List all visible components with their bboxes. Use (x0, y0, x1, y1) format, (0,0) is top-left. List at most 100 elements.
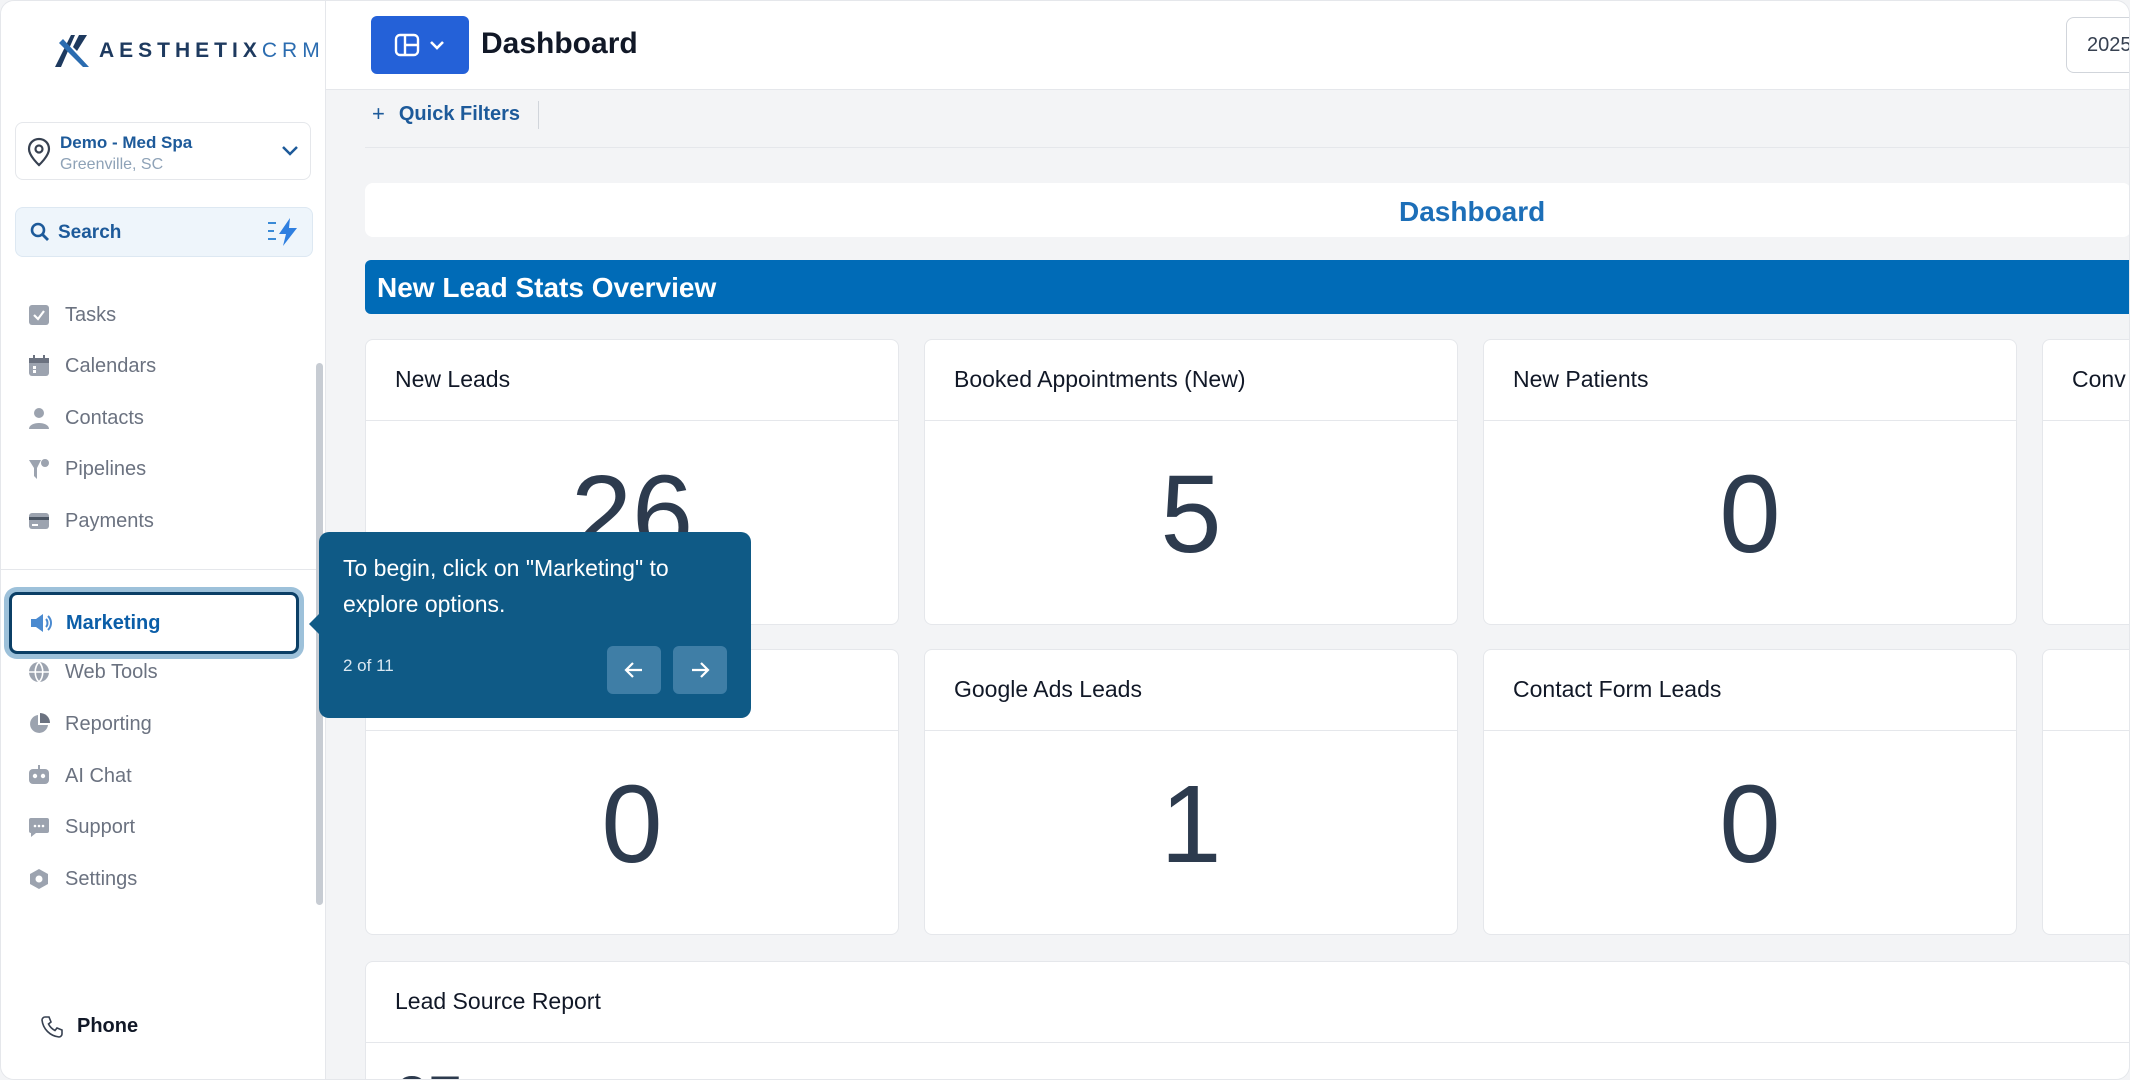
sidebar-item-tasks[interactable]: Tasks (27, 295, 116, 335)
robot-icon (27, 764, 51, 788)
stat-card-title: Conv (2072, 366, 2126, 392)
sidebar-item-marketing-content: Marketing (28, 603, 160, 643)
chevron-down-icon (282, 146, 298, 156)
sidebar-item-web-tools[interactable]: Web Tools (27, 652, 158, 692)
location-pin-icon (27, 137, 51, 167)
sidebar-item-label: Payments (65, 509, 154, 532)
card-icon (27, 509, 51, 533)
onboarding-tooltip: To begin, click on "Marketing" to explor… (309, 532, 751, 718)
globe-icon (27, 660, 51, 684)
sidebar-item-label: Pipelines (65, 457, 147, 480)
stat-card-title: Contact Form Leads (1513, 676, 1722, 702)
tooltip-previous-button[interactable] (607, 646, 661, 694)
dashboard-heading: Dashboard (1399, 196, 1546, 227)
phone-button[interactable]: Phone (41, 1015, 138, 1038)
sidebar-item-contacts[interactable]: Contacts (27, 398, 144, 438)
stat-card-booked-appointments[interactable]: Booked Appointments (New) 5 (924, 339, 1458, 625)
person-icon (27, 406, 51, 430)
stat-card-divider (925, 730, 1457, 731)
stat-card-conversions[interactable]: Conv (2042, 339, 2129, 625)
report-title: Lead Source Report (395, 988, 601, 1014)
brand-logo[interactable]: AESTHETIXCRM (53, 33, 325, 69)
chat-icon (27, 815, 51, 839)
tooltip-arrow (309, 614, 319, 634)
stat-card-divider (2043, 420, 2129, 421)
lightning-bolt-icon[interactable] (266, 217, 302, 247)
filters-divider (365, 147, 2129, 148)
layout-icon (394, 33, 420, 57)
stat-card-title: New Patients (1513, 366, 1649, 392)
sidebar-item-payments[interactable]: Payments (27, 501, 154, 541)
sidebar-item-label: Web Tools (65, 660, 158, 683)
quick-filters-label: Quick Filters (398, 102, 521, 125)
checkbox-icon (27, 303, 51, 327)
top-bar: Dashboard 2025 (326, 1, 2130, 90)
stat-card-value: 0 (1719, 763, 1781, 886)
page-title: Dashboard (481, 27, 638, 60)
stat-card-contact-form-leads[interactable]: Contact Form Leads 0 (1483, 649, 2017, 935)
search-label: Search (58, 222, 122, 243)
stat-card-divider (1484, 420, 2016, 421)
stat-card-value: 5 (1160, 453, 1222, 576)
app-window: AESTHETIXCRM Demo - Med Spa Greenville, … (0, 0, 2130, 1080)
sidebar-item-reporting[interactable]: Reporting (27, 704, 152, 744)
date-range-value: 2025 (2087, 34, 2130, 56)
report-divider (366, 1042, 2129, 1043)
quick-filters-separator (538, 101, 539, 129)
sidebar-item-settings[interactable]: Settings (27, 859, 137, 899)
search-button[interactable]: Search (15, 207, 313, 257)
lead-source-report[interactable]: Lead Source Report 27 (365, 961, 2129, 1080)
plus-icon: + (372, 101, 385, 126)
date-range-picker[interactable]: 2025 (2066, 17, 2130, 73)
stat-card-divider (1484, 730, 2016, 731)
sidebar-item-marketing[interactable]: Marketing (9, 592, 299, 654)
stat-card-title: Booked Appointments (New) (954, 366, 1246, 392)
arrow-right-icon (692, 662, 710, 678)
report-value: 27 (395, 1068, 462, 1080)
sidebar-divider (1, 569, 319, 570)
calendar-icon (27, 354, 51, 378)
sidebar-item-label: Settings (65, 867, 138, 890)
stat-card-value: 0 (1719, 453, 1781, 576)
sidebar-item-label: Tasks (65, 303, 117, 326)
tooltip-next-button[interactable] (673, 646, 727, 694)
logo-text: AESTHETIXCRM (99, 39, 325, 62)
sidebar-item-calendars[interactable]: Calendars (27, 346, 156, 386)
sidebar-item-support[interactable]: Support (27, 807, 135, 847)
sidebar-item-label: AI Chat (65, 764, 132, 787)
megaphone-icon (28, 611, 52, 635)
search-icon (30, 222, 49, 241)
location-name: Demo - Med Spa (60, 133, 193, 152)
layout-switcher-button[interactable] (371, 16, 469, 74)
dashboard-heading-card: Dashboard (365, 183, 2129, 237)
logo-mark-icon (55, 35, 89, 67)
quick-filters-button[interactable]: + Quick Filters (372, 101, 520, 127)
stat-card-title: New Leads (395, 366, 511, 392)
location-city: Greenville, SC (60, 156, 164, 173)
stat-card-value: 0 (601, 763, 663, 886)
gear-icon (27, 867, 51, 891)
sidebar-item-label: Marketing (66, 611, 161, 634)
tooltip-step-counter: 2 of 11 (343, 656, 394, 675)
arrow-left-icon (624, 662, 642, 678)
sidebar-item-label: Support (65, 815, 136, 838)
stat-card-title: Google Ads Leads (954, 676, 1142, 702)
sidebar-item-label: Calendars (65, 354, 157, 377)
stat-card-new-patients[interactable]: New Patients 0 (1483, 339, 2017, 625)
sidebar-item-pipelines[interactable]: Pipelines (27, 449, 146, 489)
stat-card-value: 1 (1160, 763, 1222, 886)
location-selector[interactable]: Demo - Med Spa Greenville, SC (15, 122, 311, 180)
stat-card-partial[interactable] (2042, 649, 2129, 935)
stat-card-google-ads-leads[interactable]: Google Ads Leads 1 (924, 649, 1458, 935)
tooltip-text: To begin, click on "Marketing" to explor… (343, 555, 669, 617)
stat-card-divider (925, 420, 1457, 421)
section-banner: New Lead Stats Overview (365, 260, 2129, 314)
stat-card-divider (366, 420, 898, 421)
section-title: New Lead Stats Overview (377, 272, 717, 303)
stat-card-divider (366, 730, 898, 731)
sidebar-item-ai-chat[interactable]: AI Chat (27, 756, 132, 796)
sidebar-item-label: Reporting (65, 712, 152, 735)
sidebar-item-label: Contacts (65, 406, 144, 429)
chevron-down-icon (430, 41, 444, 50)
filter-icon (27, 457, 51, 481)
